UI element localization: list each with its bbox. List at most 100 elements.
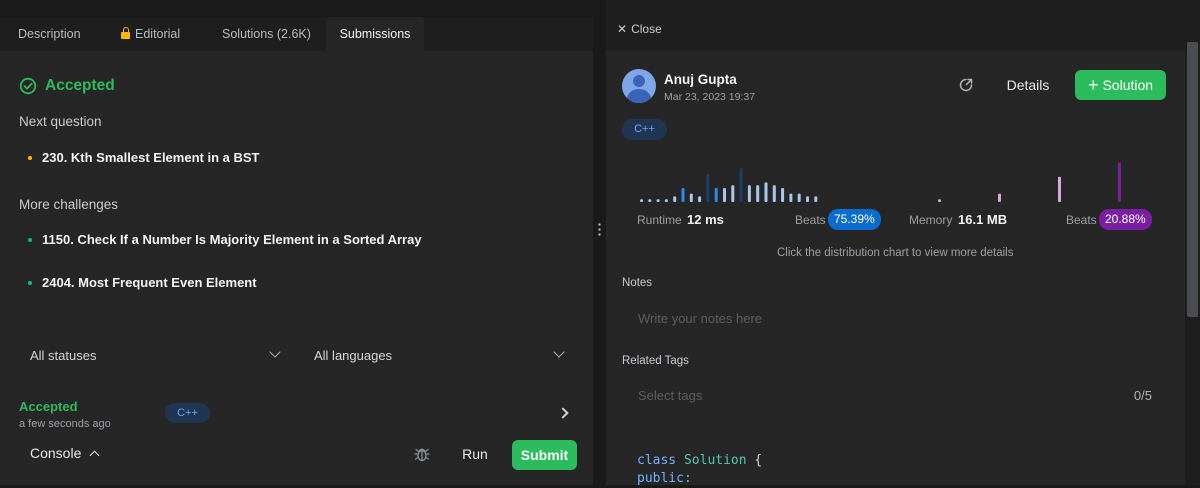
runtime-distribution-bar [714,188,718,202]
runtime-distribution-bar [648,199,652,202]
memory-beats-badge: 20.88% [1099,209,1152,230]
language-tag: C++ [622,119,667,140]
share-icon[interactable] [958,77,974,93]
runtime-distribution-bar [673,196,677,202]
difficulty-dot [28,237,32,242]
code-brace: { [754,453,763,468]
run-button[interactable]: Run [452,440,498,468]
runtime-distribution-bar [789,193,793,202]
submission-status: Accepted [19,399,78,414]
panel-splitter[interactable] [593,0,606,485]
code-keyword: class [637,453,677,468]
runtime-beats-badge: 75.39% [828,209,881,230]
add-solution-button[interactable]: + Solution [1075,70,1166,100]
notes-input[interactable] [622,301,1162,335]
runtime-value: 12 ms [687,212,724,227]
submission-time: a few seconds ago [19,418,111,430]
check-circle-icon [19,77,37,95]
code-view: class Solution { public: [637,452,762,488]
chevron-right-icon [557,407,569,419]
memory-beats-label: Beats [1066,213,1097,227]
lock-icon [121,27,130,39]
details-button[interactable]: Details [1000,70,1056,100]
distribution-chart[interactable] [630,160,1150,208]
runtime-distribution-bar [664,199,668,202]
user-name[interactable]: Anuj Gupta [664,72,737,87]
close-label: Close [631,22,662,36]
submit-button[interactable]: Submit [512,440,577,470]
runtime-distribution-bar [656,199,660,202]
submission-row[interactable]: Accepted a few seconds ago C++ [0,394,593,434]
status-filter-select[interactable]: All statuses [30,342,281,368]
submission-language-badge: C++ [165,403,210,423]
accepted-label: Accepted [45,77,115,94]
runtime-distribution-bar [731,185,735,202]
runtime-distribution-bar [640,199,643,202]
runtime-distribution-bar [781,188,785,202]
notes-label: Notes [622,277,653,289]
left-panel: Description Editorial Solutions (2.6K) S… [0,17,593,485]
chart-hint: Click the distribution chart to view mor… [777,247,1014,259]
chevron-up-icon [89,450,100,460]
runtime-distribution-bar [747,185,751,202]
tab-editorial-label: Editorial [135,27,181,41]
tab-solutions[interactable]: Solutions (2.6K) [222,17,311,51]
console-toggle[interactable]: Console [30,445,100,461]
memory-distribution-bar [998,193,1001,202]
tags-count: 0/5 [1133,388,1152,403]
next-question-label: 230. Kth Smallest Element in a BST [42,150,260,165]
runtime-distribution-bar [689,193,693,202]
tab-description[interactable]: Description [18,17,81,51]
challenge-link[interactable]: 2404. Most Frequent Even Element [28,275,257,290]
tab-bar: Description Editorial Solutions (2.6K) S… [0,17,593,51]
challenge-label: 2404. Most Frequent Even Element [42,275,257,290]
memory-distribution-bar [938,199,941,202]
runtime-distribution-bar [772,185,776,202]
debug-bug-icon[interactable] [413,445,431,463]
more-challenges-title: More challenges [19,197,119,212]
next-question-title: Next question [19,114,102,129]
close-button[interactable]: ✕ Close [617,22,662,36]
runtime-distribution-bar [764,182,768,202]
tags-placeholder: Select tags [638,388,703,403]
plus-icon: + [1087,75,1099,95]
runtime-distribution-bar [756,185,760,202]
console-label: Console [30,445,82,461]
tab-editorial[interactable]: Editorial [121,17,180,51]
runtime-label: Runtime [637,213,682,227]
scrollbar-thumb[interactable] [1187,42,1198,317]
memory-label: Memory [909,213,953,227]
chevron-down-icon [553,346,565,358]
runtime-distribution-bar [739,168,743,202]
detail-header [606,0,1200,50]
code-line: class Solution { [637,452,762,470]
difficulty-dot [28,155,32,160]
language-filter-select[interactable]: All languages [314,342,565,368]
runtime-distribution-bar [806,196,809,202]
runtime-distribution-bar [706,174,710,202]
runtime-beats-label: Beats [795,213,826,227]
code-class-name: Solution [683,453,747,468]
challenge-link[interactable]: 1150. Check If a Number Is Majority Elem… [28,232,422,247]
drag-handle-icon [598,222,601,238]
avatar[interactable] [622,69,656,103]
tags-select[interactable]: Select tags 0/5 [622,379,1162,413]
runtime-distribution-bar [797,193,801,202]
add-solution-label: Solution [1102,77,1154,93]
code-line: public: [637,471,692,486]
runtime-distribution-bar [698,196,702,202]
difficulty-dot [28,280,32,285]
runtime-distribution-bar [681,188,685,202]
runtime-distribution-bar [814,196,818,202]
tab-submissions[interactable]: Submissions [326,17,424,51]
memory-value: 16.1 MB [958,212,1008,227]
challenge-label: 1150. Check If a Number Is Majority Elem… [42,232,422,247]
related-tags-label: Related Tags [622,355,689,367]
status-filter-value: All statuses [30,347,97,363]
memory-distribution-bar [1118,162,1121,202]
chevron-down-icon [269,346,281,358]
next-question-link[interactable]: 230. Kth Smallest Element in a BST [28,150,259,165]
accepted-status: Accepted [19,75,115,97]
submission-date: Mar 23, 2023 19:37 [664,91,756,103]
close-icon: ✕ [617,22,628,36]
